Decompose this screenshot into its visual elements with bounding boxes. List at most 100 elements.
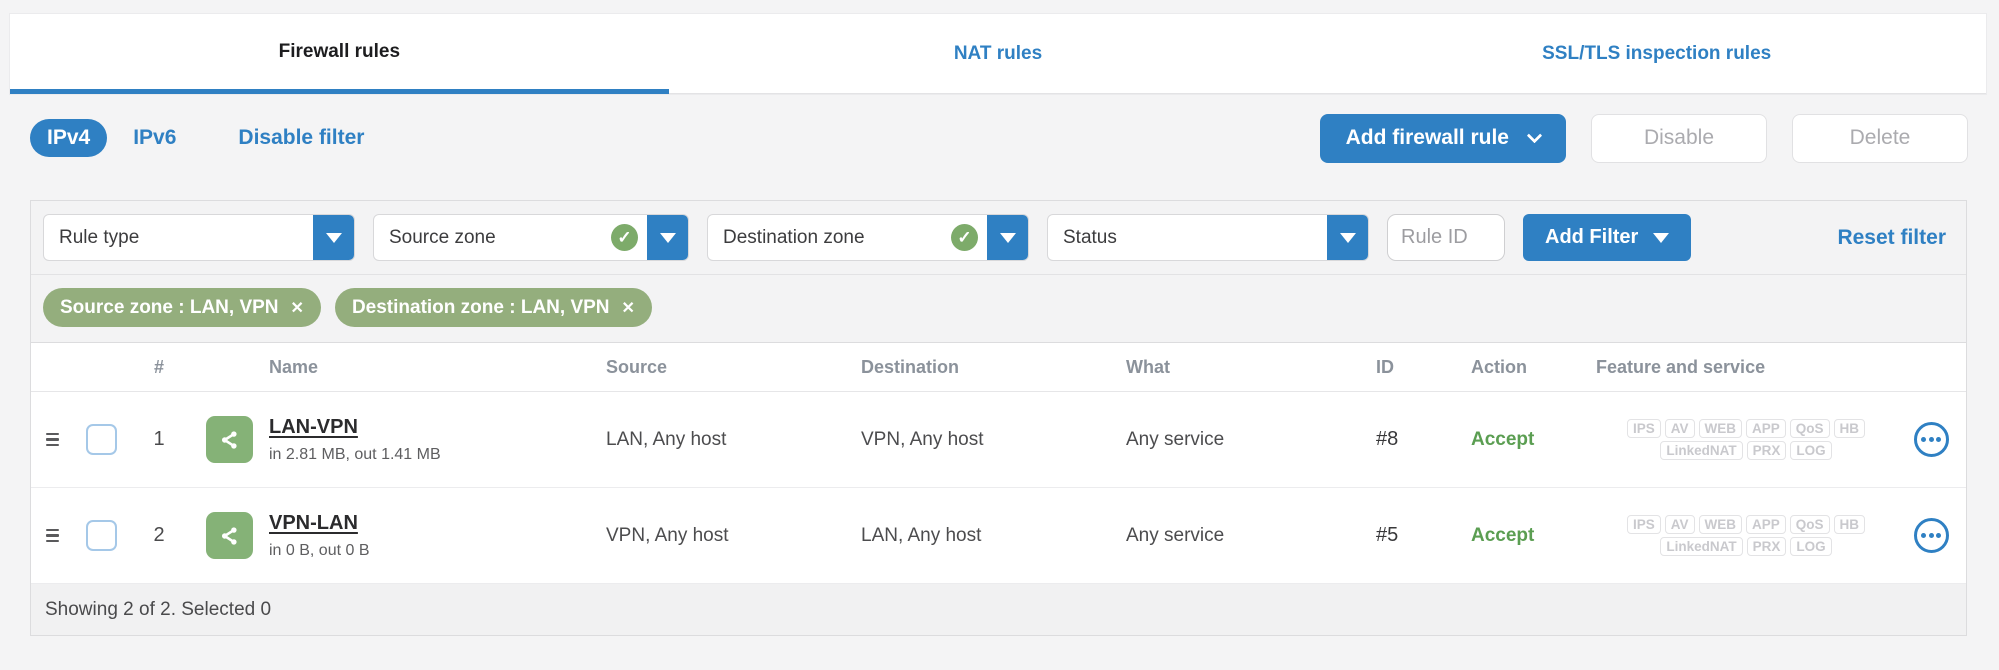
destination-zone-dropdown-button[interactable] (987, 215, 1028, 260)
badge-web: WEB (1698, 515, 1742, 534)
add-filter-button[interactable]: Add Filter (1523, 214, 1692, 261)
table-row: 2 VPN-LAN in 0 B, out 0 B VPN, Any host … (31, 488, 1966, 584)
triangle-down-icon (325, 232, 342, 243)
drag-handle-icon[interactable] (45, 528, 59, 543)
badge-prx: PRX (1746, 537, 1787, 556)
header-destination: Destination (861, 356, 960, 377)
source-zone-dropdown-label: Source zone (389, 226, 496, 248)
destination-zone-dropdown[interactable]: Destination zone ✓ (707, 214, 1029, 261)
badge-ips: IPS (1626, 419, 1661, 438)
source-zone-dropdown[interactable]: Source zone ✓ (373, 214, 689, 261)
badge-av: AV (1664, 419, 1695, 438)
active-filter-chips: Source zone : LAN, VPN ✕ Destination zon… (31, 275, 1966, 343)
row-number: 1 (153, 428, 165, 450)
rule-action: Accept (1471, 428, 1535, 450)
triangle-down-icon (999, 232, 1016, 243)
rule-type-dropdown-button[interactable] (313, 215, 354, 260)
firewall-rules-panel: Rule type Source zone ✓ Destination zone… (30, 200, 1967, 636)
destination-zone-filter-chip[interactable]: Destination zone : LAN, VPN ✕ (334, 288, 652, 327)
triangle-down-icon (1339, 232, 1356, 243)
tab-nat-rules[interactable]: NAT rules (668, 14, 1328, 94)
rule-type-dropdown[interactable]: Rule type (43, 214, 355, 261)
add-firewall-rule-button[interactable]: Add firewall rule (1319, 113, 1566, 163)
chip-label: Source zone : LAN, VPN (60, 296, 279, 318)
row-number: 2 (153, 524, 165, 546)
chip-label: Destination zone : LAN, VPN (351, 296, 610, 318)
triangle-down-icon (1653, 232, 1670, 243)
filter-bar: Rule type Source zone ✓ Destination zone… (31, 201, 1966, 275)
status-dropdown-label: Status (1063, 226, 1117, 248)
row-checkbox[interactable] (85, 424, 117, 455)
share-icon[interactable] (205, 416, 253, 463)
badge-log: LOG (1790, 537, 1832, 556)
badge-app: APP (1746, 419, 1786, 438)
badge-web: WEB (1698, 419, 1742, 438)
badge-qos: QoS (1789, 419, 1830, 438)
close-icon[interactable]: ✕ (622, 298, 635, 318)
source-zone-filter-chip[interactable]: Source zone : LAN, VPN ✕ (43, 288, 321, 327)
more-actions-icon[interactable] (1913, 422, 1949, 457)
rule-destination: LAN, Any host (861, 524, 982, 546)
toolbar: IPv4 IPv6 Disable filter Add firewall ru… (30, 107, 1968, 169)
header-feature-service: Feature and service (1596, 356, 1766, 377)
rule-action: Accept (1471, 524, 1535, 546)
rule-source: LAN, Any host (606, 428, 727, 450)
header-num: # (153, 356, 164, 377)
feature-badges: IPS AV WEB APP QoS HB LinkedNAT PRX LOG (1596, 419, 1896, 460)
badge-linkednat: LinkedNAT (1660, 441, 1743, 460)
badge-qos: QoS (1789, 515, 1830, 534)
ipv6-toggle[interactable]: IPv6 (133, 126, 176, 150)
badge-prx: PRX (1746, 441, 1787, 460)
header-source: Source (606, 356, 668, 377)
showing-status-text: Showing 2 of 2. Selected 0 (45, 598, 272, 620)
header-id: ID (1376, 356, 1394, 377)
rule-traffic: in 2.81 MB, out 1.41 MB (269, 445, 441, 463)
rule-name-link[interactable]: LAN-VPN (269, 416, 606, 439)
badge-linkednat: LinkedNAT (1660, 537, 1743, 556)
rule-source: VPN, Any host (606, 524, 729, 546)
close-icon[interactable]: ✕ (291, 298, 304, 318)
status-dropdown[interactable]: Status (1047, 214, 1369, 261)
check-circle-icon: ✓ (951, 224, 978, 251)
header-action: Action (1471, 356, 1527, 377)
status-dropdown-button[interactable] (1327, 215, 1368, 260)
ipv4-toggle[interactable]: IPv4 (30, 119, 108, 157)
chevron-down-icon (1526, 127, 1543, 143)
feature-badges: IPS AV WEB APP QoS HB LinkedNAT PRX LOG (1596, 515, 1896, 556)
tab-ssl-tls-inspection-rules[interactable]: SSL/TLS inspection rules (1327, 14, 1987, 94)
badge-hb: HB (1833, 419, 1866, 438)
badge-app: APP (1746, 515, 1786, 534)
drag-handle-icon[interactable] (45, 432, 59, 447)
header-what: What (1126, 356, 1170, 377)
reset-filter-link[interactable]: Reset filter (1837, 226, 1954, 250)
rule-traffic: in 0 B, out 0 B (269, 541, 370, 559)
rule-name-link[interactable]: VPN-LAN (269, 512, 606, 535)
rule-id: #8 (1376, 428, 1399, 450)
rule-id: #5 (1376, 524, 1399, 546)
rule-destination: VPN, Any host (861, 428, 984, 450)
badge-log: LOG (1790, 441, 1832, 460)
badge-hb: HB (1833, 515, 1866, 534)
tab-bar: Firewall rules NAT rules SSL/TLS inspect… (10, 14, 1987, 94)
badge-av: AV (1664, 515, 1695, 534)
rule-id-input[interactable] (1387, 214, 1505, 261)
table-row: 1 LAN-VPN in 2.81 MB, out 1.41 MB LAN, A… (31, 392, 1966, 488)
source-zone-dropdown-button[interactable] (647, 215, 688, 260)
table-footer: Showing 2 of 2. Selected 0 (31, 584, 1966, 635)
rule-what: Any service (1126, 524, 1225, 546)
header-name: Name (269, 356, 319, 377)
share-icon[interactable] (205, 512, 253, 559)
rule-what: Any service (1126, 428, 1225, 450)
disable-button[interactable]: Disable (1591, 113, 1767, 163)
destination-zone-dropdown-label: Destination zone (723, 226, 865, 248)
tab-firewall-rules[interactable]: Firewall rules (10, 14, 669, 94)
check-circle-icon: ✓ (611, 224, 638, 251)
delete-button[interactable]: Delete (1792, 113, 1968, 163)
rule-type-dropdown-label: Rule type (59, 226, 140, 248)
more-actions-icon[interactable] (1913, 518, 1949, 553)
table-header: # Name Source Destination What ID Action… (31, 343, 1966, 392)
disable-filter-link[interactable]: Disable filter (238, 126, 364, 150)
add-firewall-rule-label: Add firewall rule (1345, 126, 1509, 149)
row-checkbox[interactable] (85, 520, 117, 551)
add-filter-label: Add Filter (1545, 226, 1639, 248)
